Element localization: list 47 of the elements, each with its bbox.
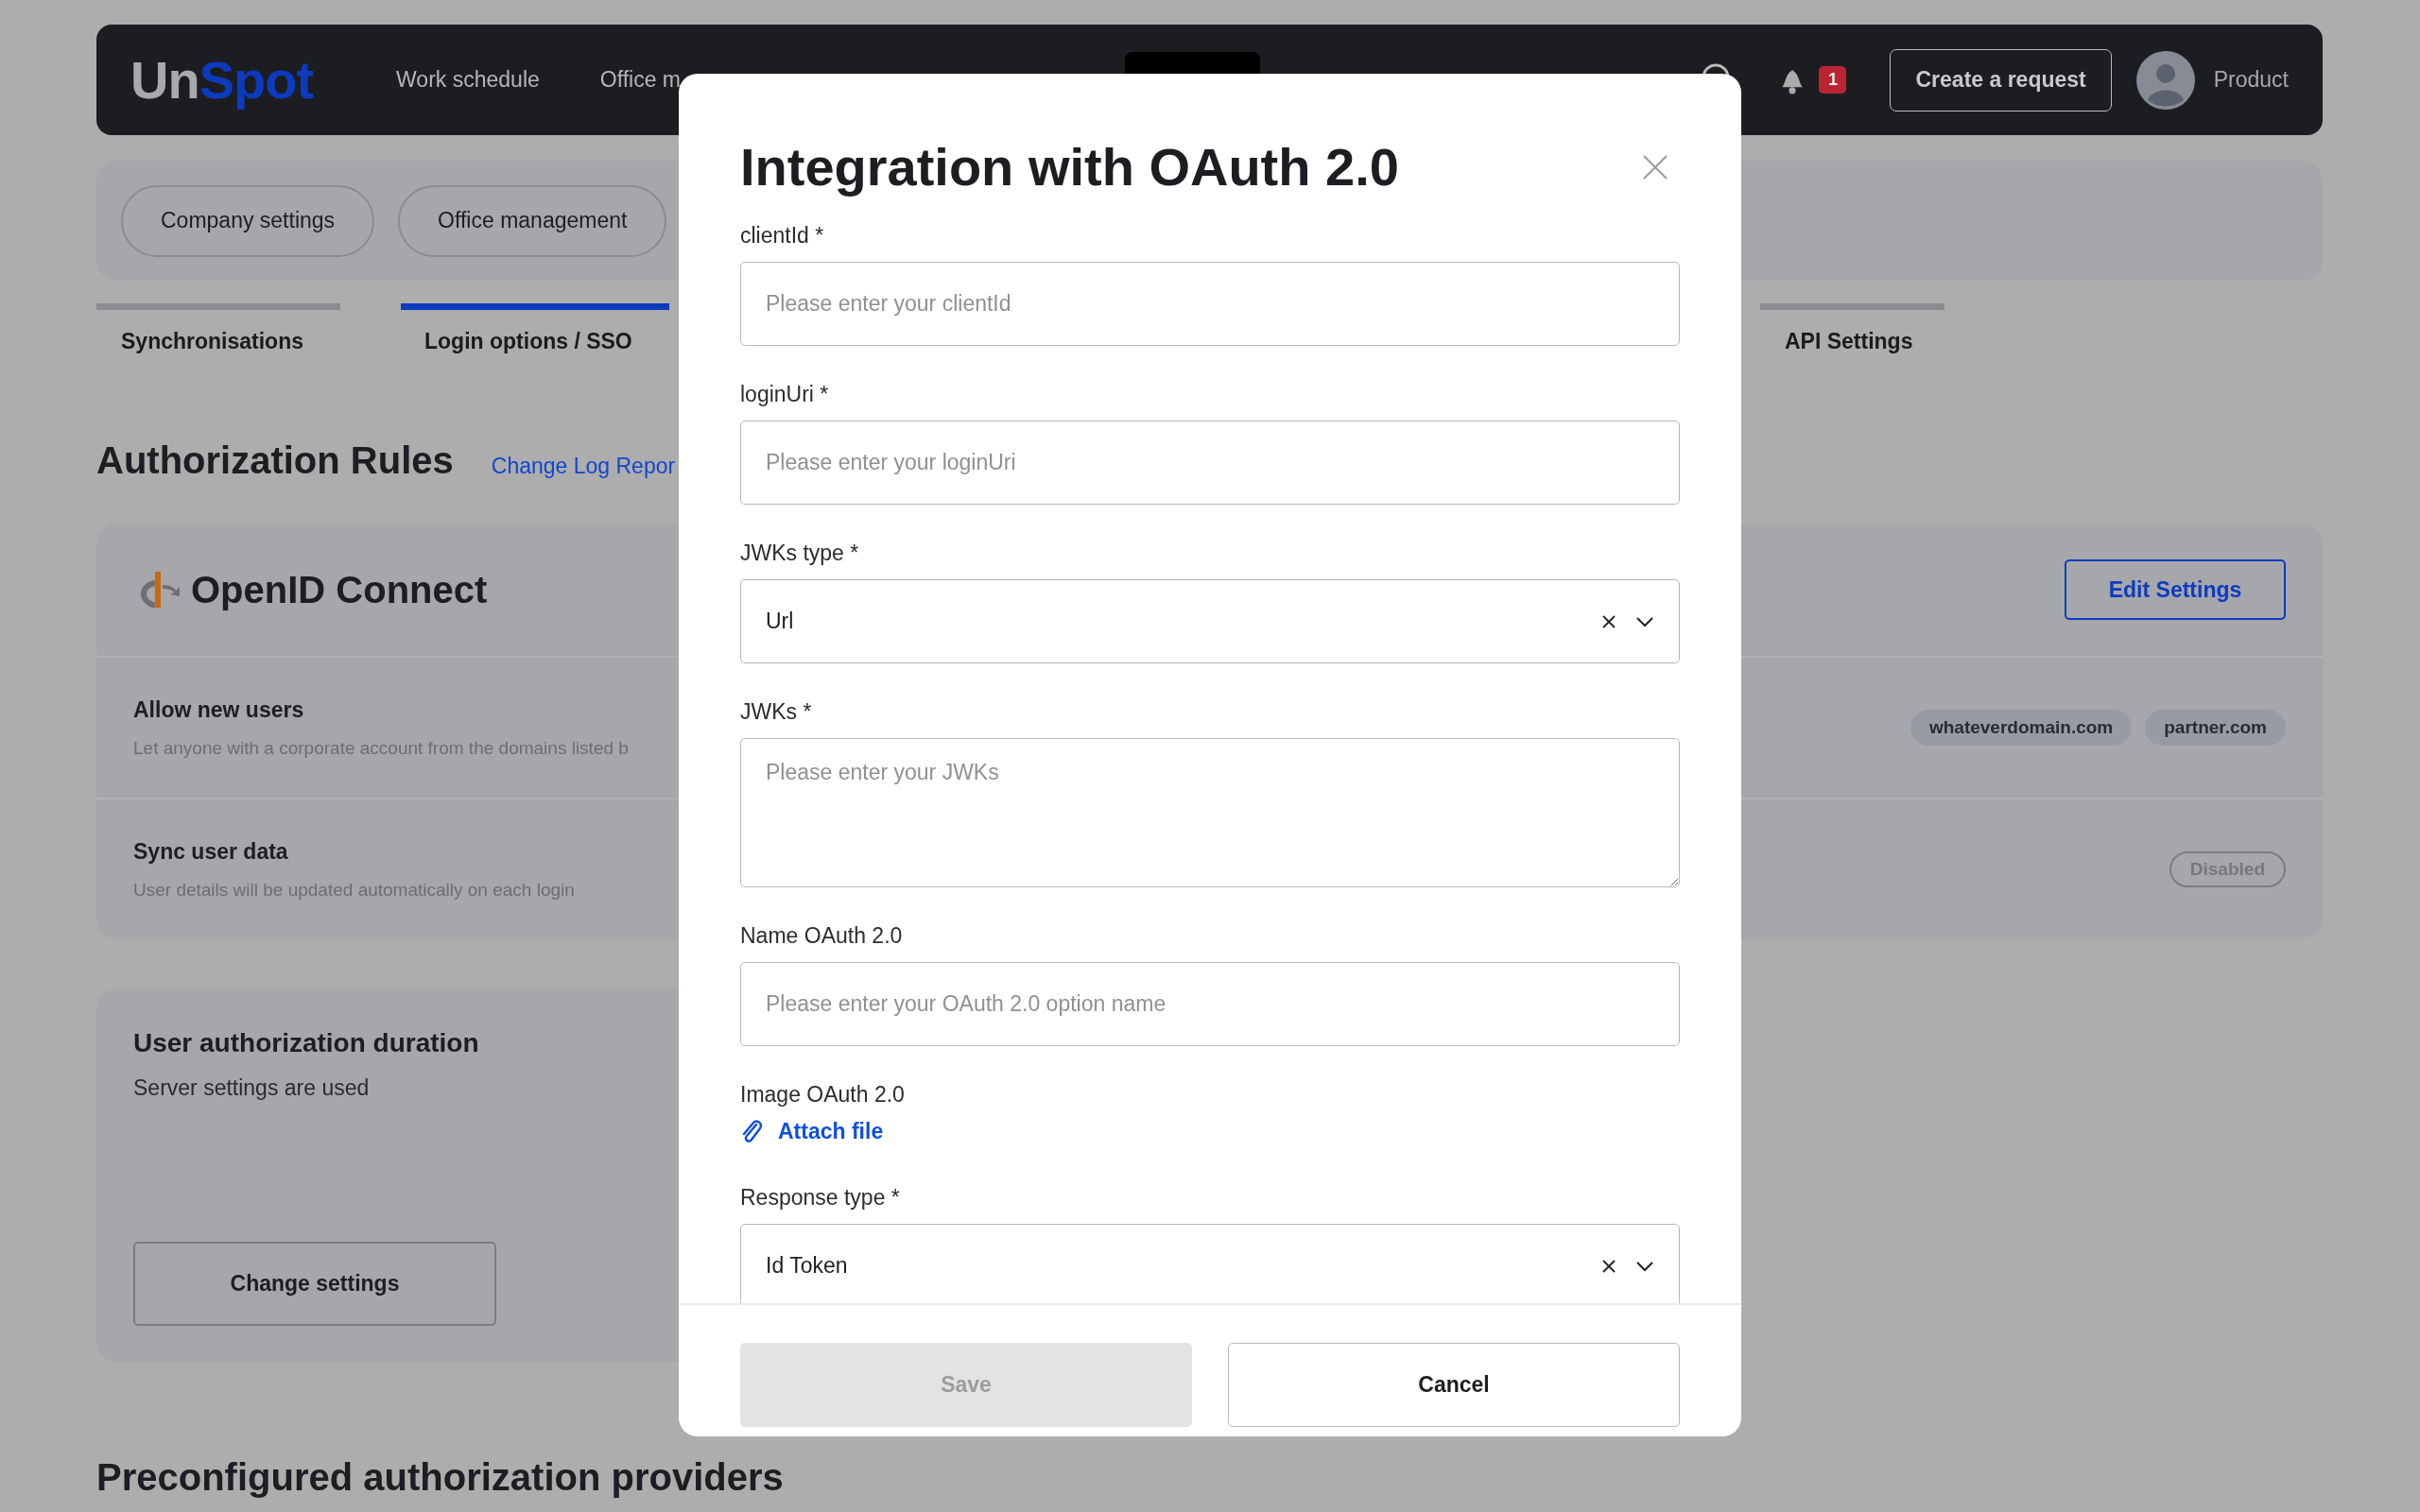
clear-icon[interactable] [1601, 1258, 1616, 1274]
card-title: User authorization duration [133, 1028, 480, 1058]
section-title: Authorization Rules [96, 439, 454, 482]
domain-tag: whateverdomain.com [1910, 710, 2133, 746]
section-pill[interactable]: Company settings [121, 184, 375, 257]
field-label: Response type * [740, 1185, 901, 1211]
tab[interactable]: Login options / SSO [401, 303, 669, 354]
chevron-down-icon[interactable] [1635, 1260, 1654, 1272]
user-name[interactable]: Product [2213, 67, 2289, 93]
text-area[interactable]: Please enter your JWKs [740, 738, 1680, 887]
field-label: Image OAuth 2.0 [740, 1082, 906, 1108]
nav-link[interactable]: Office m [599, 67, 681, 93]
provider-title: OpenID Connect [191, 568, 488, 611]
attach-file-link[interactable]: Attach file [740, 1117, 884, 1145]
clear-icon[interactable] [1601, 613, 1616, 629]
create-request-button[interactable]: Create a request [1890, 48, 2112, 112]
setting-title: Allow new users [133, 696, 305, 723]
modal-title: Integration with OAuth 2.0 [740, 136, 1399, 198]
domain-tag: partner.com [2145, 710, 2286, 746]
input-field[interactable]: Please enter your OAuth 2.0 option name [740, 962, 1680, 1046]
edit-settings-button[interactable]: Edit Settings [2065, 559, 2286, 620]
setting-description: Let anyone with a corporate account from the domains listed b [133, 737, 629, 759]
input-field[interactable]: Please enter your clientId [740, 262, 1680, 346]
field-label: loginUri * [740, 382, 830, 407]
input-field[interactable]: Please enter your loginUri [740, 421, 1680, 505]
setting-description: User details will be updated automatically on each login [133, 879, 575, 901]
logo[interactable]: UnSpot [130, 49, 314, 111]
close-icon[interactable] [1643, 154, 1668, 180]
avatar-icon[interactable] [2135, 50, 2195, 110]
notification-badge: 1 [1819, 66, 1847, 94]
section-title: Preconfigured authorization providers [96, 1456, 785, 1499]
chevron-down-icon[interactable] [1635, 615, 1654, 627]
dialog-button[interactable]: Cancel [1228, 1343, 1680, 1427]
change-settings-button[interactable]: Change settings [133, 1242, 496, 1326]
nav-link[interactable]: Work schedule [396, 67, 540, 93]
select-field[interactable]: Url [740, 579, 1680, 663]
setting-title: Sync user data [133, 838, 289, 865]
field-label: JWKs type * [740, 541, 860, 566]
section-pill[interactable]: Office management [398, 184, 667, 257]
tab[interactable]: Synchronisations [96, 303, 340, 354]
select-field[interactable]: Id Token [740, 1224, 1680, 1303]
paperclip-icon [740, 1117, 763, 1145]
tab[interactable]: API Settings [1760, 303, 1945, 354]
field-label: Name OAuth 2.0 [740, 923, 904, 949]
field-label: JWKs * [740, 699, 813, 725]
card-description: Server settings are used [133, 1075, 371, 1101]
field-label: clientId * [740, 223, 825, 249]
